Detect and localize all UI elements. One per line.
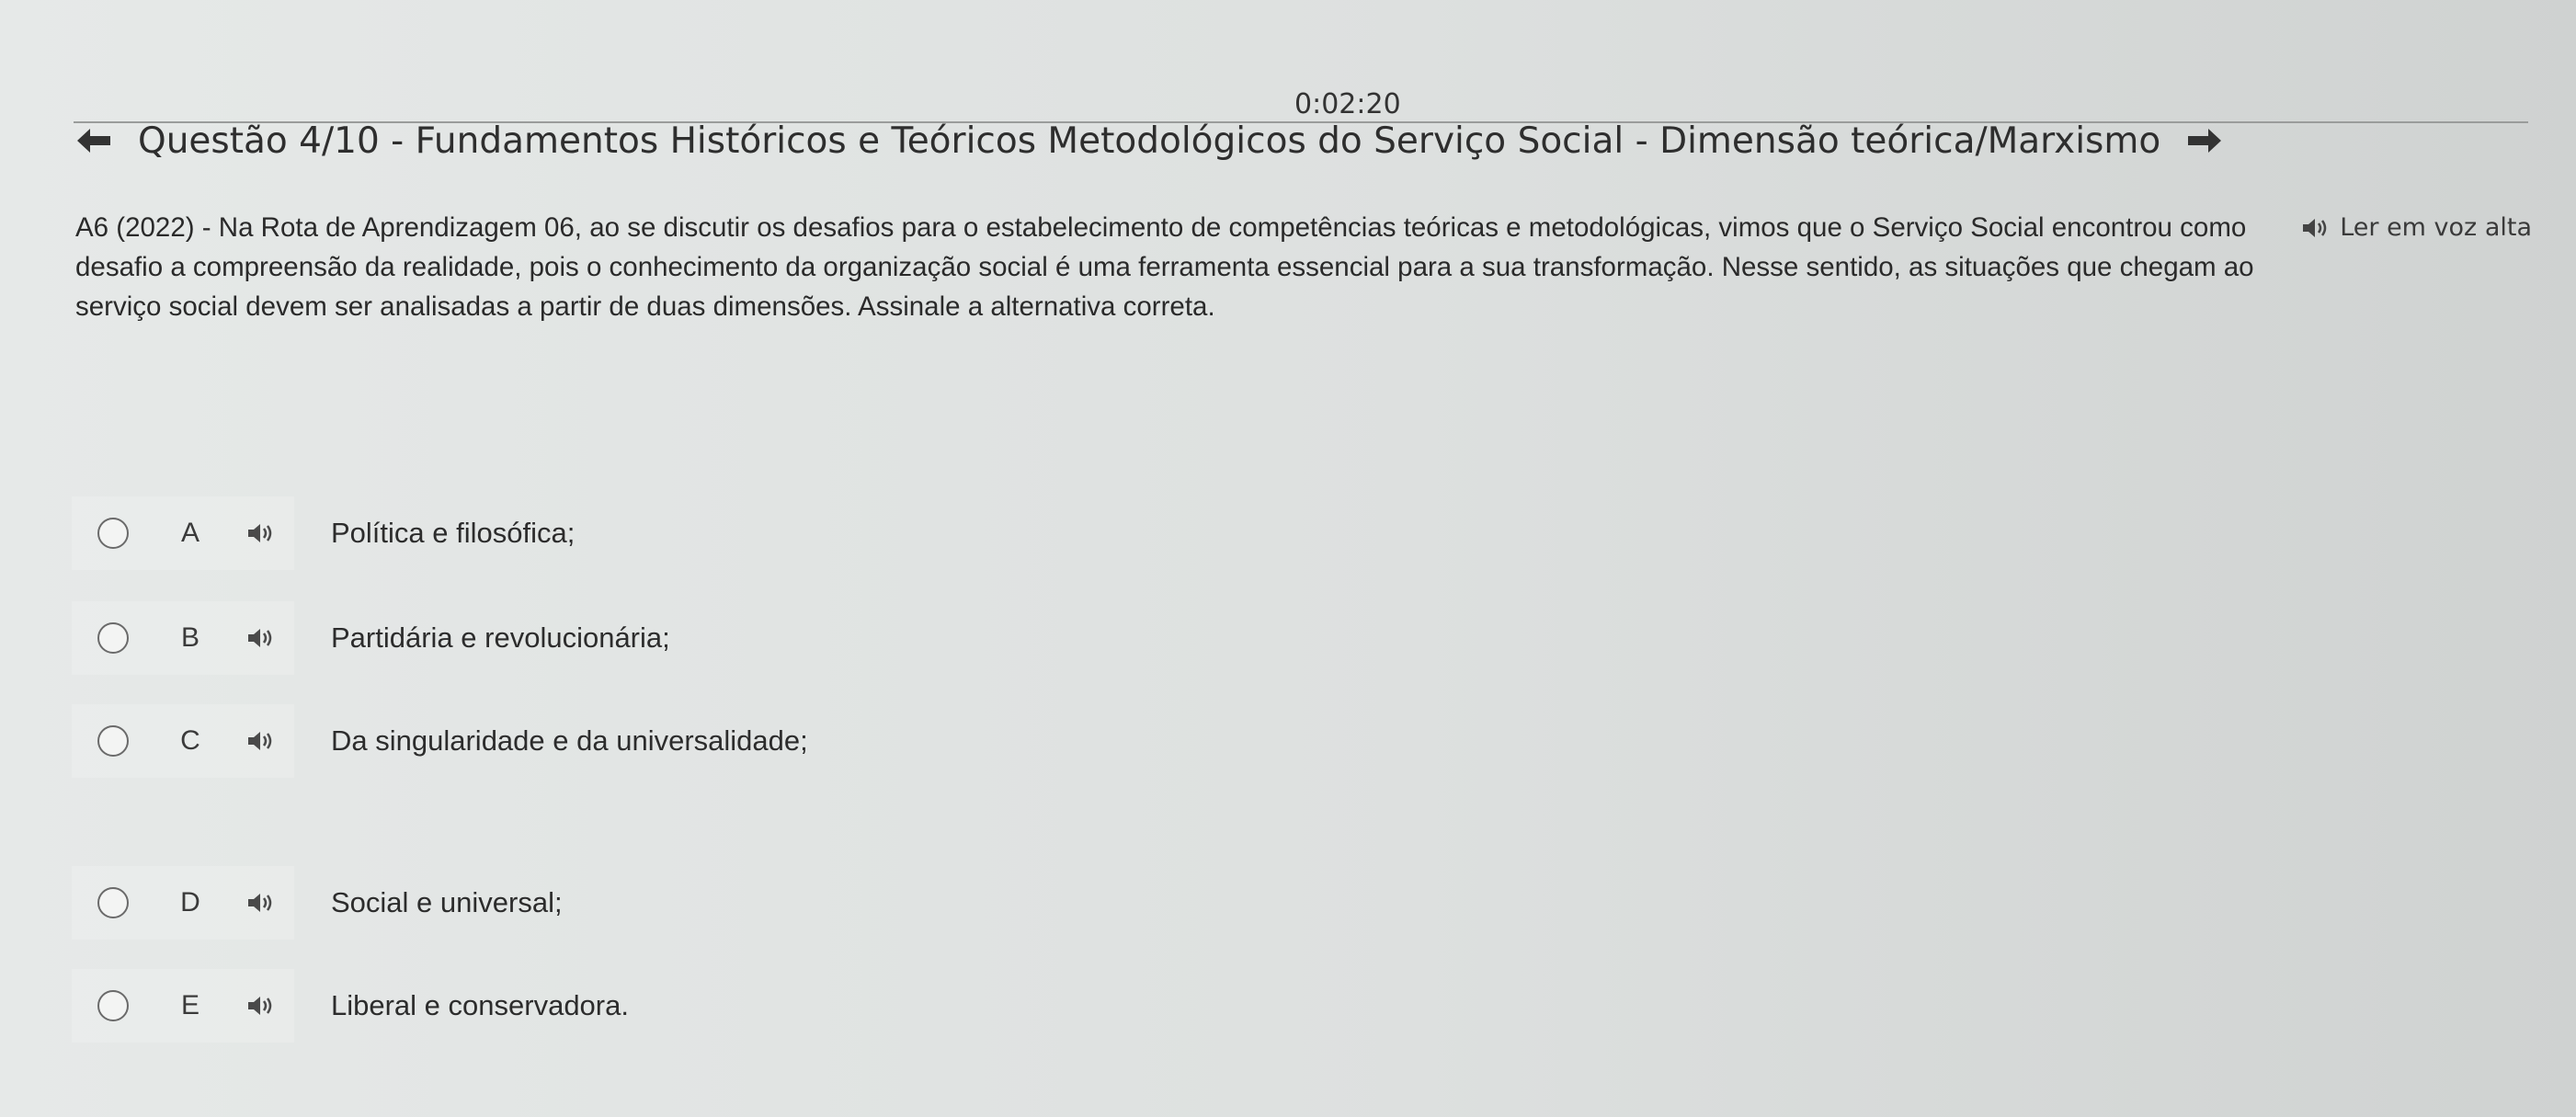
radio-button[interactable] [97, 518, 129, 549]
option-letter: C [180, 725, 200, 756]
option-e[interactable]: E Liberal e conservadora. [72, 969, 1818, 1043]
option-d-read-aloud-button[interactable] [246, 889, 283, 917]
question-line: serviço social devem ser analisadas a pa… [75, 291, 1215, 322]
option-a[interactable]: A Política e filosófica; [72, 496, 1818, 570]
option-letter: E [180, 990, 199, 1020]
next-question-button[interactable] [2184, 120, 2225, 161]
question-line: A6 (2022) - Na Rota de Aprendizagem 06, … [75, 212, 2247, 243]
option-text: Política e filosófica; [331, 517, 576, 549]
option-text: Liberal e conservadora. [331, 989, 629, 1021]
radio-button[interactable] [97, 622, 129, 654]
radio-button[interactable] [97, 725, 129, 757]
arrow-left-icon [77, 129, 110, 153]
option-text: Social e universal; [331, 886, 563, 918]
option-c-read-aloud-button[interactable] [246, 727, 283, 755]
option-text: Partidária e revolucionária; [331, 621, 670, 654]
option-b[interactable]: B Partidária e revolucionária; [72, 601, 1818, 675]
option-b-read-aloud-button[interactable] [246, 624, 283, 652]
option-letter: A [180, 518, 199, 548]
option-c[interactable]: C Da singularidade e da universalidade; [72, 704, 1818, 778]
page-title: Questão 4/10 - Fundamentos Históricos e … [138, 120, 2161, 162]
previous-question-button[interactable] [74, 120, 114, 161]
question-line: desafio a compreensão da realidade, pois… [75, 252, 2254, 282]
option-letter: D [180, 887, 200, 918]
option-d[interactable]: D Social e universal; [72, 866, 1818, 940]
speaker-icon [248, 732, 272, 750]
option-letter: B [180, 622, 199, 653]
speaker-icon [248, 524, 272, 542]
speaker-icon [248, 997, 272, 1015]
option-text: Da singularidade e da universalidade; [331, 724, 808, 757]
option-a-read-aloud-button[interactable] [246, 519, 283, 547]
arrow-right-icon [2188, 129, 2222, 153]
option-e-read-aloud-button[interactable] [246, 992, 283, 1020]
speaker-icon [248, 894, 272, 912]
question-text: A6 (2022) - Na Rota de Aprendizagem 06, … [75, 208, 2521, 326]
radio-button[interactable] [97, 990, 129, 1021]
radio-button[interactable] [97, 887, 129, 918]
speaker-icon [248, 629, 272, 647]
question-header: Questão 4/10 - Fundamentos Históricos e … [74, 108, 2225, 173]
